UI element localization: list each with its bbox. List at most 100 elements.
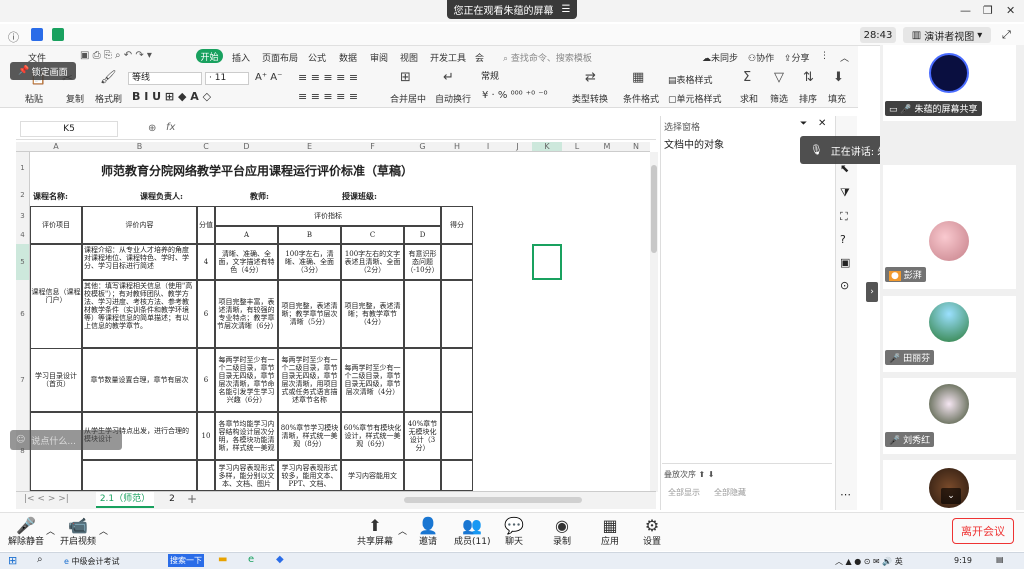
start-video-button[interactable]: 📹 开启视频 <box>60 516 96 547</box>
cell[interactable]: 学习内容表现形式较多，能用文本、PPT、文档、 <box>278 460 341 491</box>
row-header[interactable]: 4 <box>16 226 30 244</box>
location-icon[interactable]: ⊙ <box>840 279 849 292</box>
taskbar-app[interactable]: e 中级会计考试 <box>64 556 119 567</box>
help-icon[interactable]: ? <box>840 233 846 246</box>
cell[interactable]: 40%章节无模块化设计（3分） <box>404 412 441 460</box>
cell[interactable] <box>441 348 473 412</box>
filter-button[interactable]: 筛选 <box>770 92 788 105</box>
zoom-icon[interactable]: ⊕ <box>148 123 156 134</box>
cell[interactable]: 学习内容表现形式多样，能分别以文本、文档、图片 <box>215 460 278 491</box>
header-grade-a[interactable]: A <box>215 226 278 244</box>
scroll-down-icon[interactable]: ⌄ <box>941 488 961 504</box>
column-header[interactable]: F <box>341 142 404 152</box>
tab-formula[interactable]: 公式 <box>308 51 326 64</box>
wrap-button[interactable]: 自动换行 <box>435 92 471 105</box>
menu-icon[interactable]: ☰ <box>562 4 571 15</box>
cond-format-icon[interactable]: ▦ <box>632 70 644 85</box>
header-grade-d[interactable]: D <box>404 226 441 244</box>
column-header[interactable]: M <box>592 142 622 152</box>
more-icon[interactable]: ⋮ <box>820 51 829 61</box>
cell[interactable] <box>82 460 197 491</box>
header-score[interactable]: 分值 <box>197 206 215 244</box>
windows-start-icon[interactable]: ⊞ <box>8 554 17 567</box>
corner-cell[interactable] <box>16 142 30 152</box>
fill-button[interactable]: 填充 <box>828 92 846 105</box>
wrap-icon[interactable]: ↵ <box>443 70 454 85</box>
search-command[interactable]: ⌕ 查找命令、搜索模板 <box>503 51 592 64</box>
add-sheet-icon[interactable]: + <box>187 492 197 506</box>
tray-icons[interactable]: ︿ ▲ ● ⊙ ✉ 🔊 英 <box>835 556 903 567</box>
row-header[interactable]: 2 <box>16 184 30 206</box>
font-size-select[interactable]: · 11 <box>205 72 249 85</box>
column-header[interactable]: L <box>562 142 592 152</box>
column-header[interactable]: C <box>197 142 215 152</box>
column-header[interactable]: D <box>215 142 278 152</box>
signal-icon[interactable] <box>52 28 64 41</box>
chat-button[interactable]: 💬 聊天 <box>504 516 524 547</box>
share-screen-button[interactable]: ⬆ 共享屏幕 <box>357 516 393 547</box>
cell[interactable] <box>441 412 473 460</box>
number-format-select[interactable]: 常规 <box>478 72 566 85</box>
hide-all-button[interactable]: 全部隐藏 <box>714 487 746 498</box>
column-header[interactable]: G <box>404 142 441 152</box>
cell[interactable]: 每两学时至少有一个二级目录，章节目录无四级，章节层次清晰（4分） <box>341 348 404 412</box>
cell[interactable] <box>441 280 473 348</box>
column-header[interactable]: A <box>30 142 82 152</box>
apps-button[interactable]: ▦ 应用 <box>601 516 619 547</box>
cell[interactable]: 100字左右的文字表述且清晰、全面（2分） <box>341 244 404 280</box>
column-header[interactable]: H <box>441 142 473 152</box>
column-header[interactable]: J <box>503 142 532 152</box>
tab-insert[interactable]: 插入 <box>232 51 250 64</box>
participant-tile[interactable]: ▭ 🎤 朱蕴的屏幕共享 <box>883 45 1016 121</box>
participant-tile[interactable]: 🎤 刘秀红 <box>883 378 1016 454</box>
fullscreen-icon[interactable]: ⤢ <box>1002 28 1011 42</box>
row-header[interactable]: 6 <box>16 280 30 348</box>
cell[interactable]: 章节数量设置合理，章节有层次 <box>82 348 197 412</box>
format-painter-icon[interactable]: 🖌 <box>100 70 117 85</box>
paste-button[interactable]: 粘贴 <box>25 92 43 105</box>
cell[interactable]: 6 <box>197 348 215 412</box>
pin-pane-icon[interactable]: ⏷ <box>800 119 807 129</box>
more-tools-icon[interactable]: ⋯ <box>840 488 851 501</box>
tab-data[interactable]: 数据 <box>339 51 357 64</box>
align-bottom-icons[interactable]: ≡ ≡ ≡ ≡ ≡ <box>298 90 358 103</box>
font-style-icons[interactable]: B I U ⊞ ◆ A ◇ <box>132 90 211 103</box>
notification-icon[interactable]: ▤ <box>996 555 1004 564</box>
close-icon[interactable]: ✕ <box>1006 4 1015 17</box>
scroll-thumb[interactable] <box>651 165 657 253</box>
expand-panel-icon[interactable]: › <box>866 282 878 302</box>
members-button[interactable]: 👥 成员(11) <box>454 516 490 547</box>
invite-button[interactable]: 👤 邀请 <box>418 516 438 547</box>
type-convert-button[interactable]: 类型转换 <box>572 92 608 105</box>
cell[interactable]: 课程介绍：从专业人才培养的角度对课程地位、课程特色、学时、学分、学习目标进行简述 <box>82 244 197 280</box>
cell[interactable] <box>441 244 473 280</box>
participant-tile[interactable]: ● 彭湃 <box>883 213 1016 289</box>
unsynced-button[interactable]: ☁未同步 <box>702 51 738 64</box>
name-box[interactable]: K5 <box>20 121 118 137</box>
presenter-view-button[interactable]: ▥ 演讲者视图 ▾ <box>903 27 991 43</box>
cell[interactable]: 清晰、准确、全面，文字描述有特色（4分） <box>215 244 278 280</box>
quick-access-icons[interactable]: ▣ ⎙ ⎘ ⌕ ↶ ↷ ▾ <box>80 50 152 61</box>
shield-icon[interactable] <box>31 28 43 41</box>
folder-icon[interactable]: ▬ <box>218 554 227 565</box>
format-painter-button[interactable]: 格式刷 <box>95 92 122 105</box>
fx-label[interactable]: fx <box>166 122 175 133</box>
cell[interactable]: 各章节均能学习内容结构设计层次分明，各模块功能清晰，样式统一美观 <box>215 412 278 460</box>
filter-icon[interactable]: ▽ <box>774 70 784 85</box>
cond-format-button[interactable]: 条件格式 <box>623 92 659 105</box>
row-header[interactable]: 8 <box>16 412 30 491</box>
participant-tile[interactable]: 🎤 田丽芬 <box>883 296 1016 372</box>
header-grade[interactable]: 得分 <box>441 206 473 244</box>
unmute-button[interactable]: 🎤 解除静音 <box>8 516 44 547</box>
cell[interactable] <box>404 280 441 348</box>
selected-cell[interactable] <box>532 244 562 280</box>
column-header[interactable]: K <box>532 142 562 152</box>
tab-developer[interactable]: 开发工具 <box>430 51 466 64</box>
number-icons[interactable]: ¥ · % ⁰⁰⁰ ⁺⁰ ⁻⁰ <box>482 90 548 101</box>
tab-home[interactable]: 开始 <box>196 49 223 63</box>
sum-button[interactable]: 求和 <box>740 92 758 105</box>
cell-style-button[interactable]: ▢单元格样式 <box>668 92 722 105</box>
cell[interactable]: 4 <box>197 244 215 280</box>
cell[interactable] <box>30 412 82 491</box>
table-style-button[interactable]: ▤表格样式 <box>668 73 713 86</box>
